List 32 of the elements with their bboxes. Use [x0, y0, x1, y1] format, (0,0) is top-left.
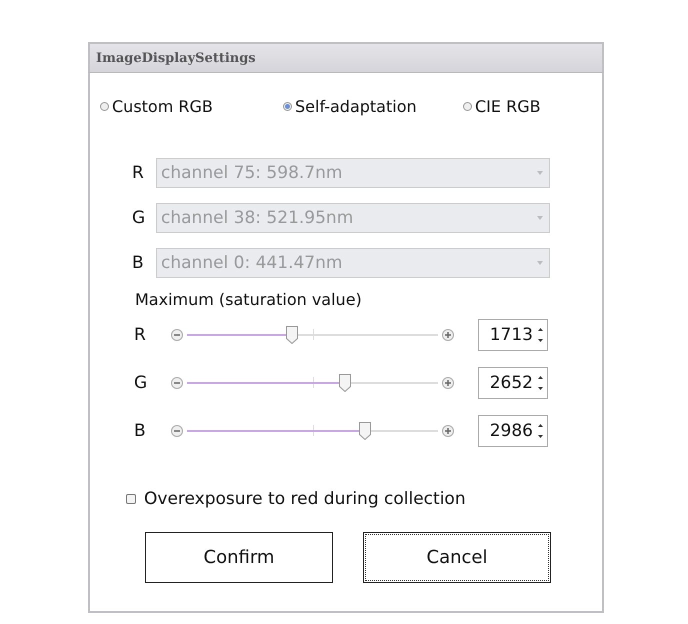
slider-label: B [134, 421, 147, 441]
mode-radio[interactable]: Custom RGB [100, 97, 283, 116]
plus-icon[interactable] [442, 425, 454, 437]
dropdown-arrow-icon [537, 171, 543, 175]
channel-label: R [132, 163, 145, 183]
number-spinbox[interactable]: 1713 [478, 319, 548, 351]
number-spinbox[interactable]: 2652 [478, 367, 548, 399]
overexposure-checkbox[interactable]: Overexposure to red during collection [90, 447, 602, 509]
spin-arrows-icon [537, 374, 544, 392]
minus-icon[interactable] [171, 329, 183, 341]
number-spinbox[interactable]: 2986 [478, 415, 548, 447]
channel-label: G [132, 208, 146, 228]
slider-thumb[interactable] [359, 422, 372, 440]
slider-thumb[interactable] [286, 326, 298, 344]
minus-icon[interactable] [171, 425, 183, 437]
plus-icon[interactable] [442, 377, 454, 389]
slider-label: R [134, 325, 147, 345]
channel-label: B [132, 253, 145, 273]
dialog-button[interactable]: Confirm [145, 532, 333, 583]
mode-radio[interactable]: Self-adaptation [283, 97, 463, 116]
slider-label: G [134, 373, 148, 393]
slider-thumb[interactable] [339, 374, 352, 392]
mode-radio[interactable]: CIE RGB [463, 97, 541, 116]
dropdown-arrow-icon [537, 216, 543, 220]
spin-arrows-icon [537, 326, 544, 344]
minus-icon[interactable] [171, 377, 183, 389]
dialog-button[interactable]: Cancel [363, 532, 551, 583]
dropdown-arrow-icon [537, 261, 543, 265]
plus-icon[interactable] [442, 329, 454, 341]
spin-arrows-icon [537, 422, 544, 440]
window-title: ImageDisplaySettings [88, 42, 604, 73]
section-heading: Maximum (saturation value) [134, 289, 363, 309]
